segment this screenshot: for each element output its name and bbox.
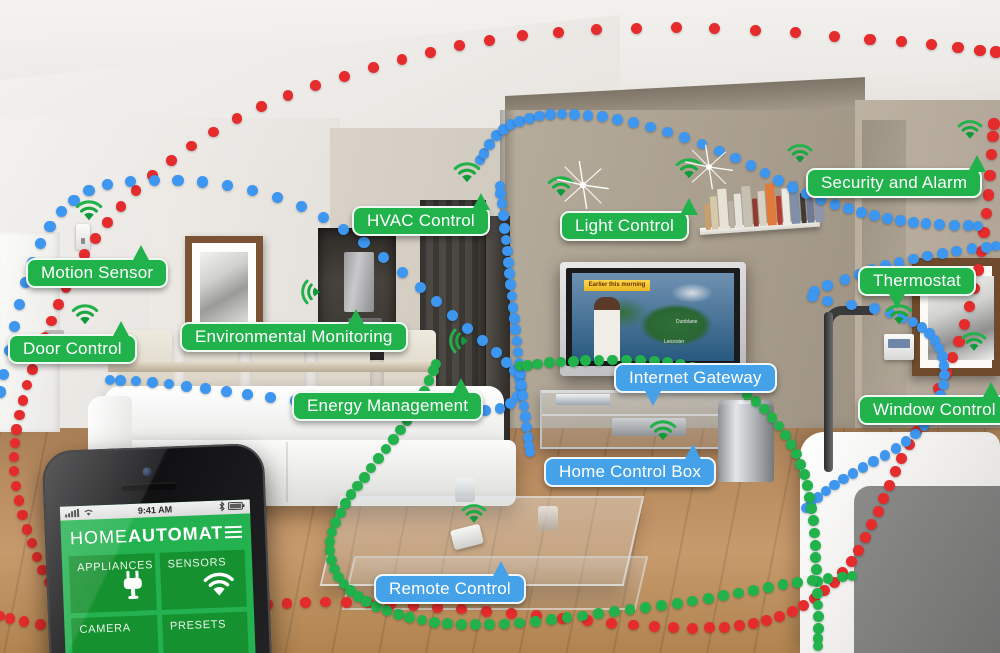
callout-environmental-monitoring-label: Environmental Monitoring (195, 327, 393, 346)
tile-presets-label: PRESETS (169, 618, 227, 633)
wifi-icon (201, 570, 236, 602)
tile-presets[interactable]: PRESETS (161, 611, 250, 653)
app-brand: HOMEAUTOMAT (70, 522, 224, 549)
callout-home-control-box-tail (684, 444, 702, 461)
callout-motion-sensor-tail (132, 245, 150, 262)
callout-thermostat-label: Thermostat (873, 271, 961, 290)
callout-remote-control[interactable]: Remote Control (374, 561, 526, 604)
callout-hvac-control-label: HVAC Control (367, 211, 475, 230)
callout-environmental-monitoring[interactable]: Environmental Monitoring (180, 309, 408, 352)
callout-motion-sensor-label: Motion Sensor (41, 263, 154, 282)
callout-energy-management-label: Energy Management (307, 396, 469, 415)
hamburger-menu-icon[interactable] (224, 525, 243, 539)
callout-window-control-label: Window Control (873, 400, 996, 419)
tile-camera-label: CAMERA (79, 622, 132, 637)
callout-thermostat[interactable]: Thermostat (858, 266, 976, 309)
callout-motion-sensor[interactable]: Motion Sensor (26, 245, 169, 288)
callout-door-control-tail (112, 321, 130, 338)
callout-security-and-alarm-tail (968, 155, 986, 172)
smartphone[interactable]: 9:41 AM HOMEAUTOMAT APPLIANCES SENSORS C… (41, 442, 273, 653)
callout-energy-management[interactable]: Energy Management (292, 378, 484, 421)
callout-hvac-control-tail (472, 193, 490, 210)
callout-home-control-box[interactable]: Home Control Box (544, 444, 717, 487)
callout-home-control-box-label: Home Control Box (559, 462, 702, 481)
callout-remote-control-tail (492, 561, 510, 578)
callout-window-control[interactable]: Window Control (858, 382, 1000, 425)
power-plug-icon (119, 569, 146, 605)
tile-camera[interactable]: CAMERA (71, 615, 159, 653)
phone-screen[interactable]: 9:41 AM HOMEAUTOMAT APPLIANCES SENSORS C… (59, 499, 257, 653)
tile-sensors-label: SENSORS (167, 556, 227, 571)
callout-light-control[interactable]: Light Control (560, 198, 698, 241)
tile-sensors[interactable]: SENSORS (159, 549, 247, 610)
callout-security-and-alarm[interactable]: Security and Alarm (806, 155, 986, 198)
callout-internet-gateway-label: Internet Gateway (629, 368, 762, 387)
callout-door-control-label: Door Control (23, 339, 122, 358)
callout-remote-control-label: Remote Control (389, 579, 511, 598)
callout-light-control-tail (680, 198, 698, 215)
callout-light-control-label: Light Control (575, 216, 674, 235)
app-brand-bold: AUTOMAT (127, 521, 224, 546)
callout-thermostat-tail (888, 292, 906, 309)
callout-window-control-tail (982, 382, 1000, 399)
smart-home-scene: Earlier this morning Dunblane Leicester (0, 0, 1000, 653)
tile-appliances[interactable]: APPLIANCES (68, 553, 157, 614)
app-brand-light: HOME (69, 525, 129, 548)
app-tile-grid: APPLIANCES SENSORS CAMERA PRESETS (62, 549, 256, 653)
callout-internet-gateway[interactable]: Internet Gateway (614, 363, 777, 406)
callout-environmental-monitoring-tail (347, 309, 365, 326)
callout-door-control[interactable]: Door Control (8, 321, 137, 364)
callout-security-and-alarm-label: Security and Alarm (821, 173, 968, 192)
callout-hvac-control[interactable]: HVAC Control (352, 193, 490, 236)
callout-internet-gateway-tail (644, 389, 662, 406)
callout-energy-management-tail (452, 378, 470, 395)
